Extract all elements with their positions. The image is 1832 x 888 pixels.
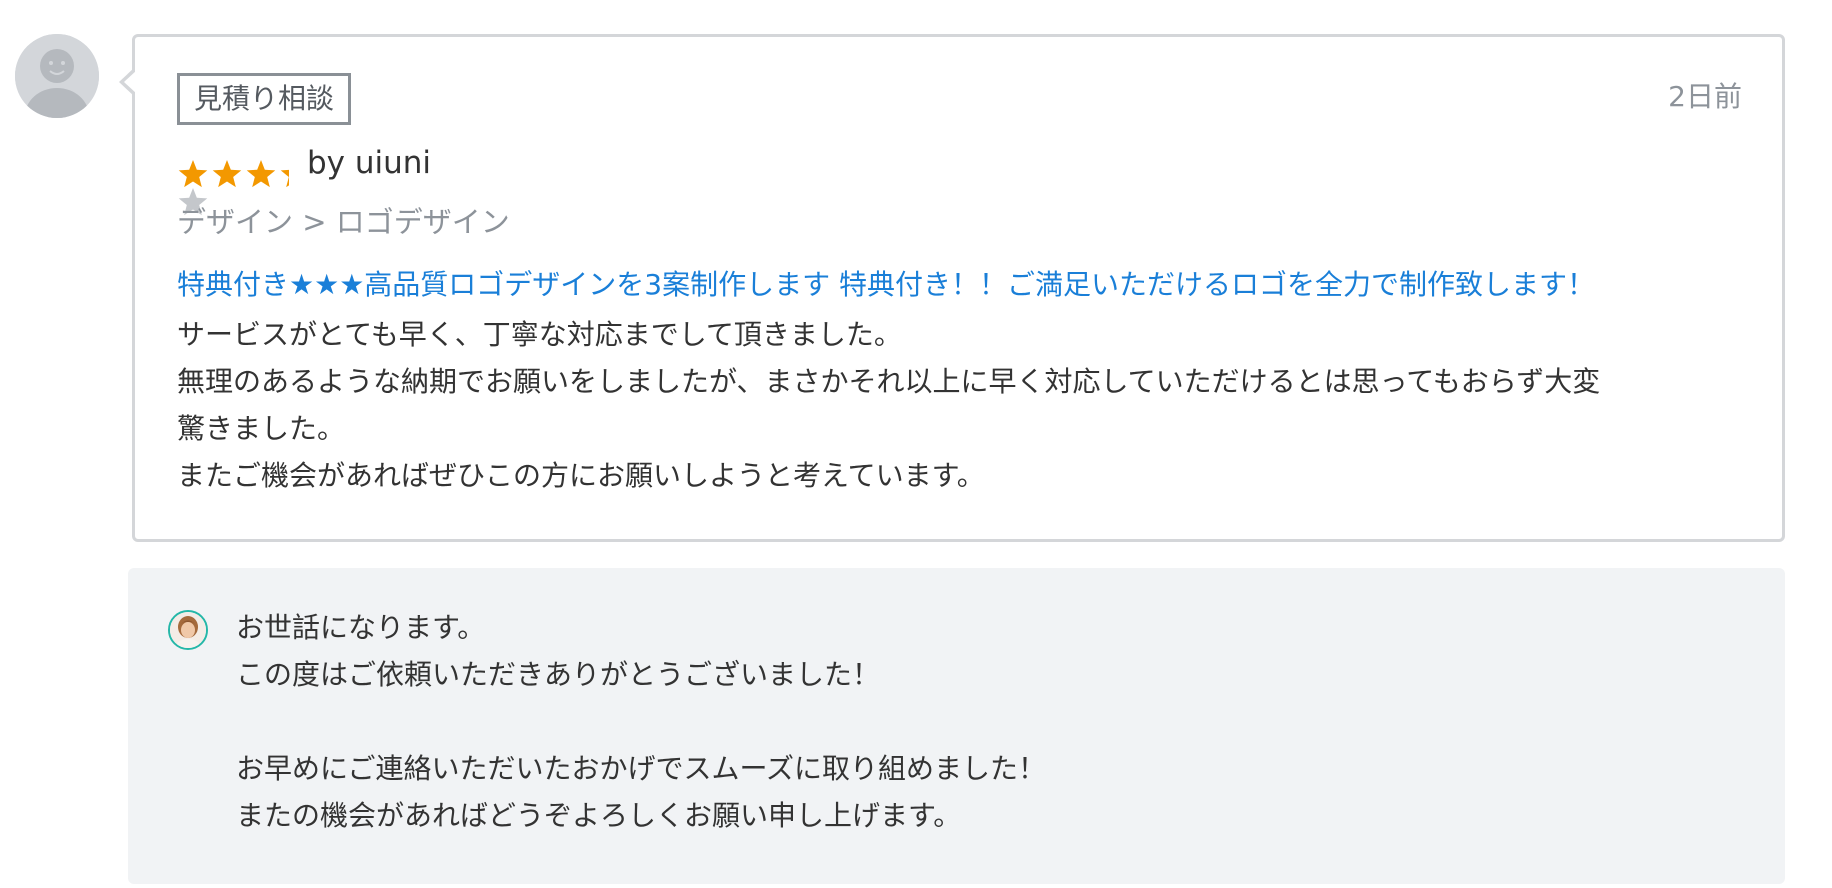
default-user-icon: [15, 34, 99, 118]
star-filled-icon: [212, 160, 242, 188]
review-line: 驚きました。: [177, 412, 346, 445]
star-filled-icon: [178, 160, 208, 188]
reply-line: お早めにご連絡いただいたおかげでスムーズに取り組めました！: [236, 752, 1047, 785]
star-half-icon: [280, 169, 289, 188]
review-text: サービスがとても早く、丁寧な対応までして頂きました。無理のあるような納期でお願い…: [177, 311, 1600, 499]
seller-reply: お世話になります。この度はご依頼いただきありがとうございました！ お早めにご連絡い…: [128, 568, 1785, 884]
reply-line: お世話になります。: [236, 611, 486, 644]
service-category: デザイン > ロゴデザイン: [177, 205, 510, 239]
reply-text: お世話になります。この度はご依頼いただきありがとうございました！ お早めにご連絡い…: [236, 604, 1046, 839]
review-author: by uiuni: [307, 145, 432, 181]
reviewer-avatar[interactable]: [15, 34, 99, 118]
star-filled-icon: [246, 160, 276, 188]
reply-line: この度はご依頼いただきありがとうございました！: [236, 658, 881, 691]
service-link[interactable]: 特典付き★★★高品質ロゴデザインを3案制作します 特典付き！！ご満足いただけるロ…: [177, 264, 1595, 306]
seller-avatar-icon: [170, 612, 206, 648]
reply-line: またの機会があればどうぞよろしくお願い申し上げます。: [236, 799, 962, 832]
review-date: 2日前: [1668, 80, 1742, 113]
review-tag: 見積り相談: [177, 73, 352, 125]
review-line: またご機会があればぜひこの方にお願いしようと考えています。: [177, 459, 985, 492]
seller-avatar[interactable]: [168, 610, 208, 650]
review-card: 見積り相談 2日前 by uiuni デザイン > ロゴデザイン 特典付き★★★…: [119, 34, 1785, 542]
reply-line: [236, 698, 1046, 745]
review-line: 無理のあるような納期でお願いをしましたが、まさかそれ以上に早く対応していただける…: [177, 365, 1601, 398]
review-line: サービスがとても早く、丁寧な対応までして頂きました。: [177, 318, 902, 351]
